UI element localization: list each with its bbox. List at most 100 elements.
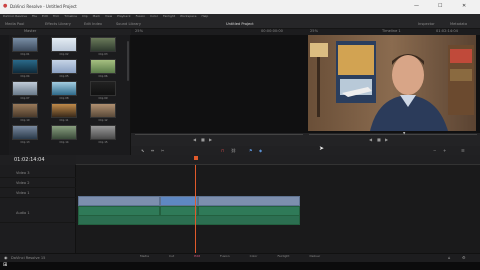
marker-icon[interactable]: ◆ (259, 149, 262, 153)
page-tab-deliver[interactable]: Deliver (309, 255, 320, 258)
clip-thumbnail[interactable] (51, 37, 77, 52)
menu-item[interactable]: Mark (93, 15, 100, 18)
sound-library-button[interactable]: Sound Library (116, 22, 141, 27)
video-clip[interactable] (160, 196, 198, 206)
playhead-marker-icon[interactable]: ▼ (403, 132, 405, 135)
timeline-zoom[interactable]: 25% (310, 29, 318, 34)
play-icon[interactable]: ▶ (209, 138, 212, 142)
source-viewer-header: 25% 00:00:00:00 (131, 29, 306, 35)
source-zoom[interactable]: 25% (135, 29, 143, 34)
track-label: Audio 1 (16, 211, 30, 215)
media-pool-button[interactable]: Media Pool (5, 22, 24, 27)
zoom-out-icon[interactable]: − (433, 149, 436, 153)
timeline-viewer-name[interactable]: Timeline 1 (382, 29, 401, 34)
window-title: DaVinci Resolve - Untitled Project (10, 4, 77, 9)
clip-thumbnail[interactable] (51, 59, 77, 74)
timeline-stop-icon[interactable]: ■ (377, 138, 381, 142)
source-scrubber[interactable] (135, 134, 303, 135)
snapping-icon[interactable]: ⊓ (221, 149, 224, 153)
clip-thumbnail[interactable] (51, 125, 77, 140)
menu-item[interactable]: Clip (82, 15, 88, 18)
maximize-icon[interactable]: ☐ (438, 4, 442, 9)
app-version-label: DaVinci Resolve 15 (11, 256, 46, 260)
timeline-viewer[interactable]: 25% Timeline 1 01:02:14:04 (306, 29, 480, 133)
menu-item[interactable]: Fairlight (163, 15, 175, 18)
timeline-options-icon[interactable]: ☰ (461, 149, 465, 153)
minimize-icon[interactable]: — (414, 4, 419, 9)
clip-name: Clip 06 (98, 75, 108, 78)
page-tab-color[interactable]: Color (250, 255, 258, 258)
viewer-controls: ◀ ■ ▶ ▼ ◀ ■ ▶ (131, 132, 480, 146)
clip-name: Clip 05 (59, 75, 69, 78)
clip-thumbnail[interactable] (90, 37, 116, 52)
timeline-play-icon[interactable]: ▶ (385, 138, 388, 142)
media-pool-scrollbar[interactable] (127, 41, 129, 81)
playhead-line[interactable] (195, 165, 196, 253)
window-title-bar: ● DaVinci Resolve - Untitled Project — ☐… (0, 0, 480, 14)
clip-thumbnail[interactable] (90, 125, 116, 140)
clip-thumbnail[interactable] (12, 125, 38, 140)
home-icon[interactable]: ⌂ (448, 256, 451, 260)
timeline-play-reverse-icon[interactable]: ◀ (369, 138, 372, 142)
timeline-viewer-timecode: 01:02:14:04 (436, 29, 458, 33)
clip-thumbnail[interactable] (90, 59, 116, 74)
clip-thumbnail[interactable] (90, 103, 116, 118)
menu-item[interactable]: Edit (42, 15, 48, 18)
page-tab-media[interactable]: Media (140, 255, 149, 258)
clip-thumbnail[interactable] (12, 81, 38, 96)
track-header-video-2[interactable]: Video 2 (0, 179, 76, 188)
selection-tool-icon[interactable]: ⬉ (141, 149, 144, 153)
track-headers: Video 3 Video 2 Video 1 Audio 1 (0, 165, 76, 253)
source-viewer[interactable]: 25% 00:00:00:00 (131, 29, 306, 133)
clip-thumbnail[interactable] (12, 103, 38, 118)
trim-tool-icon[interactable]: ⇹ (151, 149, 154, 153)
edit-index-button[interactable]: Edit Index (84, 22, 102, 27)
timeline-scrubber[interactable] (309, 134, 477, 135)
clip-thumbnail[interactable] (51, 81, 77, 96)
windows-start-icon[interactable]: ⊞ (3, 263, 7, 268)
stop-icon[interactable]: ■ (201, 138, 205, 142)
page-tab-fairlight[interactable]: Fairlight (277, 255, 289, 258)
clip-thumbnail[interactable] (51, 103, 77, 118)
menu-item[interactable]: Trim (53, 15, 59, 18)
flag-icon[interactable]: ⚑ (249, 149, 253, 153)
menu-item[interactable]: Timeline (64, 15, 77, 18)
menu-item[interactable]: Playback (117, 15, 130, 18)
menu-item[interactable]: Fusion (136, 15, 146, 18)
effects-library-button[interactable]: Effects Library (45, 22, 71, 27)
menu-item[interactable]: Workspace (180, 15, 196, 18)
clip-name: Clip 13 (20, 141, 30, 144)
menu-item[interactable]: Color (150, 15, 158, 18)
metadata-button[interactable]: Metadata (450, 22, 467, 27)
playhead-head[interactable] (194, 156, 198, 160)
page-tab-edit[interactable]: Edit (194, 255, 200, 258)
video-clip[interactable] (78, 196, 160, 206)
clip-thumbnail[interactable] (90, 81, 116, 96)
menu-item[interactable]: File (32, 15, 37, 18)
timeline-ruler[interactable] (76, 155, 480, 165)
page-tab-fusion[interactable]: Fusion (220, 255, 230, 258)
track-header-video-3[interactable]: Video 3 (0, 169, 76, 178)
clip-name: Clip 08 (59, 97, 69, 100)
menu-item[interactable]: DaVinci Resolve (3, 15, 27, 18)
blade-tool-icon[interactable]: ✂ (161, 149, 164, 153)
clip-thumbnail[interactable] (12, 37, 38, 52)
timeline-timecode: 01:02:14:04 (14, 157, 45, 163)
clip-name: Clip 07 (20, 97, 30, 100)
play-reverse-icon[interactable]: ◀ (193, 138, 196, 142)
menu-item[interactable]: View (105, 15, 112, 18)
inspector-button[interactable]: Inspector (418, 22, 435, 27)
menu-item[interactable]: Help (201, 15, 208, 18)
track-header-audio-1[interactable]: Audio 1 (0, 209, 76, 223)
settings-icon[interactable]: ⚙ (462, 256, 466, 260)
audio-clip[interactable] (78, 215, 300, 225)
track-header-video-1[interactable]: Video 1 (0, 189, 76, 198)
clip-thumbnail[interactable] (12, 59, 38, 74)
close-icon[interactable]: ✕ (462, 4, 466, 9)
zoom-in-icon[interactable]: + (443, 149, 446, 153)
bin-label[interactable]: Master (24, 29, 36, 34)
page-tab-cut[interactable]: Cut (169, 255, 174, 258)
track-label: Video 2 (16, 181, 30, 185)
link-icon[interactable]: ⛓ (231, 149, 236, 153)
video-clip[interactable] (198, 196, 300, 206)
